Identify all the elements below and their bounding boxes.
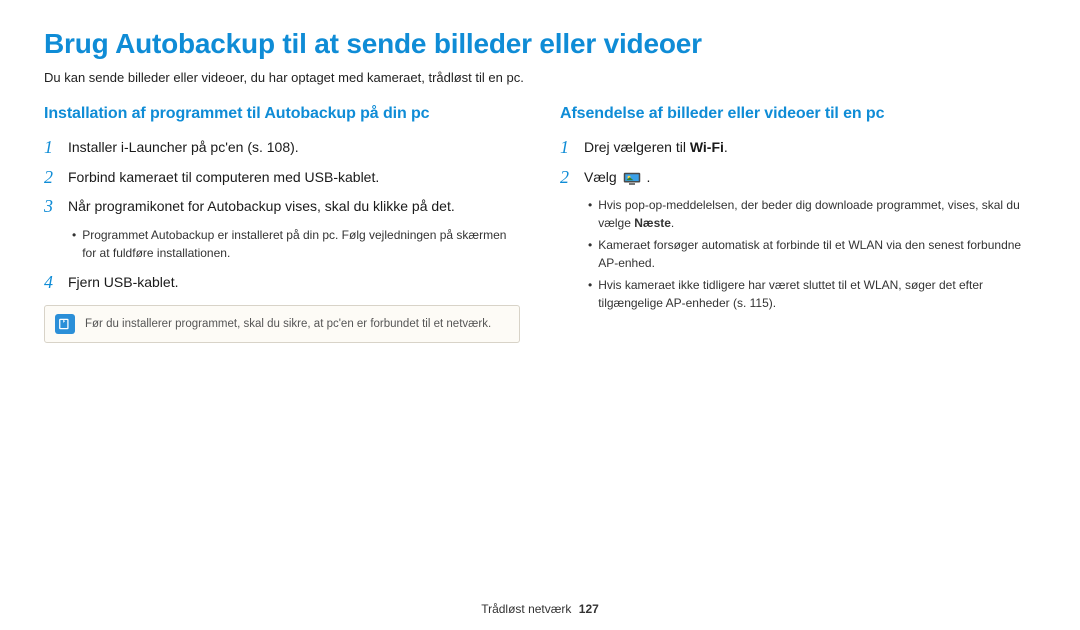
text-part: . — [724, 139, 728, 155]
bullet-icon: • — [588, 276, 592, 312]
page-footer: Trådløst netværk 127 — [0, 602, 1080, 616]
sub-text: Hvis kameraet ikke tidligere har været s… — [598, 276, 1036, 312]
step-text: Drej vælgeren til Wi-Fi. — [584, 137, 728, 158]
step-number: 2 — [44, 167, 58, 189]
step-text: Vælg . — [584, 167, 650, 188]
left-step-2: 2 Forbind kameraet til computeren med US… — [44, 167, 520, 189]
note-callout: Før du installerer programmet, skal du s… — [44, 305, 520, 343]
page-number: 127 — [579, 602, 599, 616]
wifi-label-icon: Wi-Fi — [690, 139, 724, 155]
bullet-icon: • — [588, 236, 592, 272]
left-step-1: 1 Installer i-Launcher på pc'en (s. 108)… — [44, 137, 520, 159]
step-number: 1 — [560, 137, 574, 159]
step-text: Forbind kameraet til computeren med USB-… — [68, 167, 379, 188]
text-part: . — [646, 169, 650, 185]
left-step-4: 4 Fjern USB-kablet. — [44, 272, 520, 294]
page-title: Brug Autobackup til at sende billeder el… — [44, 28, 1036, 60]
step-text: Installer i-Launcher på pc'en (s. 108). — [68, 137, 299, 158]
left-step-3: 3 Når programikonet for Autobackup vises… — [44, 196, 520, 218]
right-heading: Afsendelse af billeder eller videoer til… — [560, 105, 1036, 123]
list-item: • Programmet Autobackup er installeret p… — [72, 226, 520, 262]
right-step-2-sublist: • Hvis pop-op-meddelelsen, der beder dig… — [588, 196, 1036, 312]
intro-text: Du kan sende billeder eller videoer, du … — [44, 70, 1036, 85]
right-step-2: 2 Vælg . — [560, 167, 1036, 189]
list-item: • Kameraet forsøger automatisk at forbin… — [588, 236, 1036, 272]
autobackup-pc-icon — [623, 171, 641, 185]
list-item: • Hvis pop-op-meddelelsen, der beder dig… — [588, 196, 1036, 232]
note-text: Før du installerer programmet, skal du s… — [85, 316, 491, 332]
step-number: 2 — [560, 167, 574, 189]
bullet-icon: • — [588, 196, 592, 232]
step-text: Når programikonet for Autobackup vises, … — [68, 196, 455, 217]
content-columns: Installation af programmet til Autobacku… — [44, 105, 1036, 343]
sub-text: Hvis pop-op-meddelelsen, der beder dig d… — [598, 196, 1036, 232]
list-item: • Hvis kameraet ikke tidligere har været… — [588, 276, 1036, 312]
left-heading: Installation af programmet til Autobacku… — [44, 105, 520, 123]
right-column: Afsendelse af billeder eller videoer til… — [560, 105, 1036, 343]
left-step-3-sublist: • Programmet Autobackup er installeret p… — [72, 226, 520, 262]
step-number: 1 — [44, 137, 58, 159]
left-column: Installation af programmet til Autobacku… — [44, 105, 520, 343]
text-part: Drej vælgeren til — [584, 139, 690, 155]
step-number: 4 — [44, 272, 58, 294]
bullet-icon: • — [72, 226, 76, 262]
step-number: 3 — [44, 196, 58, 218]
sub-text: Programmet Autobackup er installeret på … — [82, 226, 520, 262]
bold-text: Næste — [634, 216, 671, 230]
text-part: Vælg — [584, 169, 621, 185]
footer-label: Trådløst netværk — [481, 602, 571, 616]
text-part: . — [671, 216, 674, 230]
note-icon — [55, 314, 75, 334]
right-step-1: 1 Drej vælgeren til Wi-Fi. — [560, 137, 1036, 159]
sub-text: Kameraet forsøger automatisk at forbinde… — [598, 236, 1036, 272]
step-text: Fjern USB-kablet. — [68, 272, 178, 293]
